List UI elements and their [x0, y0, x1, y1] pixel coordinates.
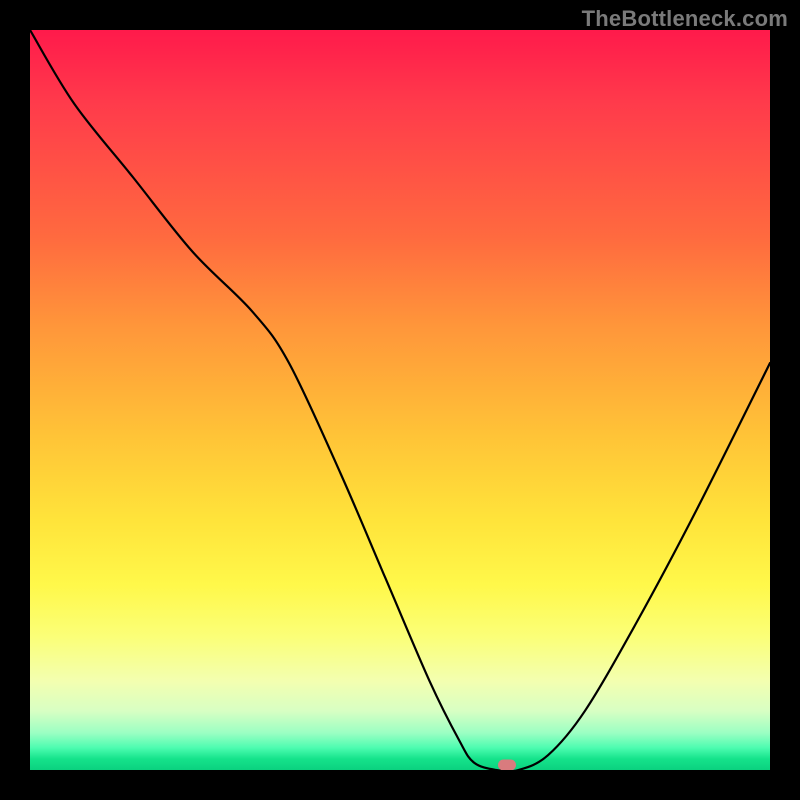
chart-frame: TheBottleneck.com: [0, 0, 800, 800]
plot-area: [30, 30, 770, 770]
bottleneck-curve: [30, 30, 770, 770]
optimum-marker: [498, 759, 516, 770]
watermark-text: TheBottleneck.com: [582, 6, 788, 32]
